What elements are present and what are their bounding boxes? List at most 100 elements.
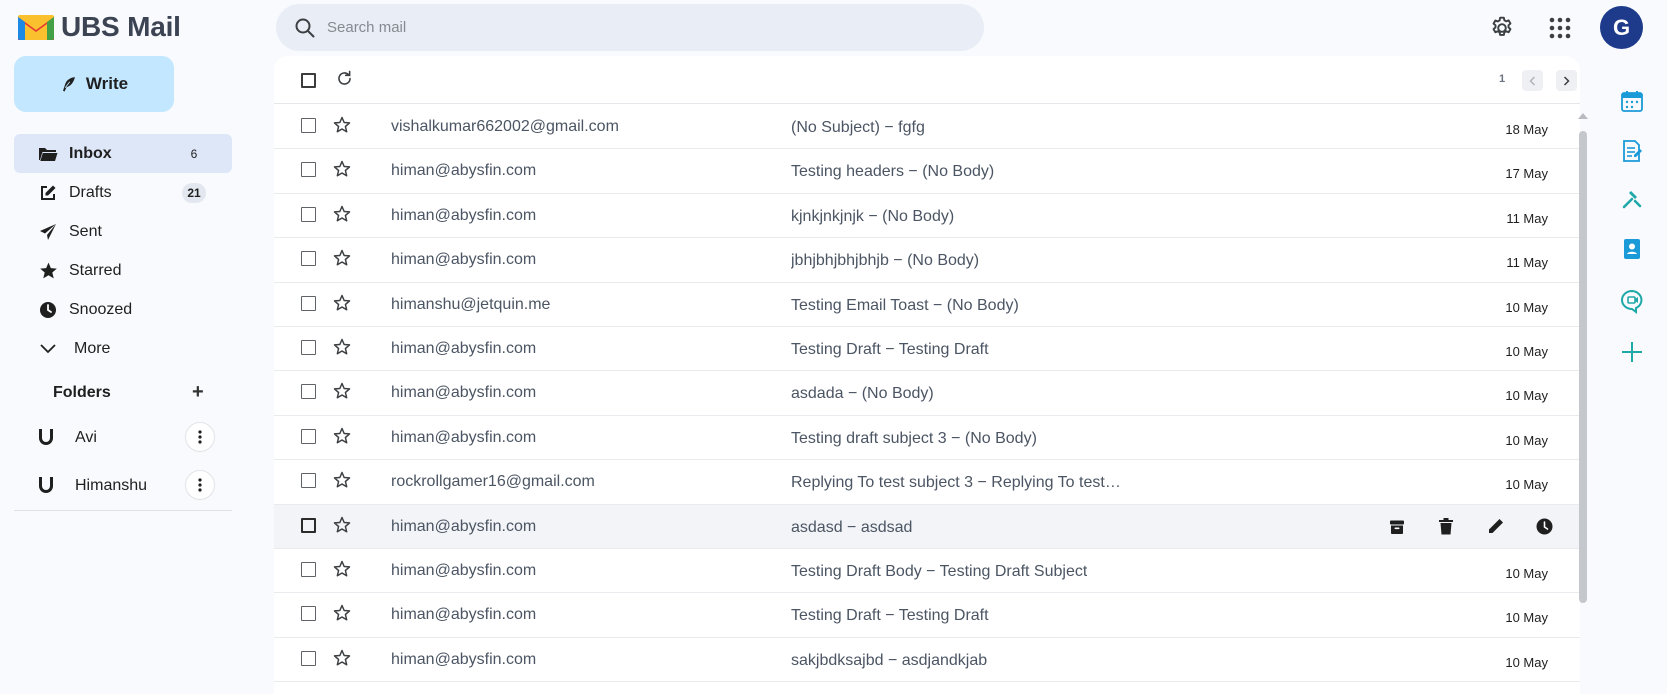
email-row[interactable]: rockrollgamer16@gmail.com Replying To tes… xyxy=(274,460,1580,505)
email-row[interactable]: himan@abysfin.com kjnkjnkjnjk − (No Body)… xyxy=(274,194,1580,239)
apps-grid-icon xyxy=(1549,17,1571,39)
row-checkbox[interactable] xyxy=(301,295,316,311)
star-icon[interactable] xyxy=(332,515,352,540)
refresh-button[interactable] xyxy=(335,69,354,93)
star-icon[interactable] xyxy=(332,559,352,584)
star-icon[interactable] xyxy=(332,204,352,229)
search-bar[interactable] xyxy=(276,4,984,51)
search-icon[interactable] xyxy=(293,16,317,40)
row-checkbox[interactable] xyxy=(301,561,316,577)
scroll-thumb[interactable] xyxy=(1579,131,1587,603)
sidebar-divider xyxy=(14,510,232,511)
contacts-icon xyxy=(1624,239,1640,259)
email-subject: (No Subject) − fgfg xyxy=(791,119,925,136)
star-icon[interactable] xyxy=(332,293,352,318)
notes-app-button[interactable] xyxy=(1618,137,1646,165)
row-checkbox[interactable] xyxy=(301,428,316,444)
email-row[interactable]: himan@abysfin.com sakjbdksajbd − asdjandk… xyxy=(274,638,1580,683)
row-checkbox[interactable] xyxy=(301,606,316,622)
star-icon[interactable] xyxy=(332,603,352,628)
chat-app-button[interactable] xyxy=(1618,287,1646,315)
row-checkbox[interactable] xyxy=(301,339,316,355)
page-number: 1 xyxy=(1499,73,1506,85)
sidebar-item-label: More xyxy=(74,339,111,357)
sidebar-item-label: Sent xyxy=(69,222,102,240)
email-date: 18 May xyxy=(1505,122,1548,137)
row-checkbox[interactable] xyxy=(301,118,316,133)
add-folder-button[interactable]: + xyxy=(192,382,204,402)
contacts-app-button[interactable] xyxy=(1618,235,1646,263)
pencil-icon[interactable] xyxy=(1483,515,1507,539)
scrollbar[interactable] xyxy=(1576,111,1590,694)
email-row[interactable]: himan@abysfin.com asdada − (No Body) 10 Ma… xyxy=(274,371,1580,416)
row-checkbox[interactable] xyxy=(301,517,316,533)
app-logo[interactable]: UBS Mail xyxy=(17,10,181,44)
write-label: Write xyxy=(85,74,129,93)
row-checkbox[interactable] xyxy=(301,162,316,178)
trash-icon[interactable] xyxy=(1434,515,1458,539)
folder-menu-button[interactable] xyxy=(185,470,215,500)
email-sender: himan@abysfin.com xyxy=(391,384,537,402)
tasks-icon xyxy=(1622,191,1642,209)
email-sender: himan@abysfin.com xyxy=(391,251,537,269)
email-row[interactable]: himan@abysfin.com Testing headers − (No B… xyxy=(274,149,1580,194)
row-checkbox[interactable] xyxy=(301,206,316,222)
folder-item-himanshu[interactable]: Himanshu xyxy=(14,466,232,506)
sidebar-item-more[interactable]: More xyxy=(14,329,232,368)
search-input[interactable] xyxy=(327,19,927,36)
row-checkbox[interactable] xyxy=(301,251,316,267)
star-icon[interactable] xyxy=(332,470,352,495)
star-icon[interactable] xyxy=(332,159,352,184)
email-date: 10 May xyxy=(1505,343,1548,359)
email-row[interactable]: himan@abysfin.com asdasd − asdsad xyxy=(274,504,1580,549)
row-checkbox[interactable] xyxy=(301,473,316,489)
star-icon[interactable] xyxy=(332,115,352,140)
sidebar-item-snoozed[interactable]: Snoozed xyxy=(14,290,232,329)
calendar-app-button[interactable] xyxy=(1618,87,1646,115)
star-icon[interactable] xyxy=(332,248,352,273)
sidebar-item-starred[interactable]: Starred xyxy=(14,251,232,290)
avatar[interactable]: G xyxy=(1600,6,1643,49)
star-icon[interactable] xyxy=(332,648,352,673)
next-page-button[interactable] xyxy=(1556,70,1577,91)
inbox-count: 6 xyxy=(190,146,198,161)
star-icon[interactable] xyxy=(332,426,352,451)
select-all-checkbox[interactable] xyxy=(301,73,316,88)
settings-button[interactable] xyxy=(1484,10,1520,46)
row-checkbox[interactable] xyxy=(301,650,316,666)
star-icon xyxy=(38,261,58,281)
email-row[interactable]: himan@abysfin.com jbhjbhjbhjbhjb − (No Bo… xyxy=(274,238,1580,283)
email-row[interactable]: himan@abysfin.com Testing Draft − Testing… xyxy=(274,327,1580,372)
tasks-app-button[interactable] xyxy=(1618,185,1646,213)
row-checkbox[interactable] xyxy=(301,384,316,400)
gear-icon xyxy=(1492,16,1512,36)
email-row[interactable]: himan@abysfin.com Testing draft subject 3… xyxy=(274,416,1580,461)
calendar-icon xyxy=(1621,91,1643,112)
write-button[interactable]: Write xyxy=(14,56,174,112)
email-row[interactable]: himan@abysfin.com Testing Draft − Testing… xyxy=(274,593,1580,638)
sidebar-item-drafts[interactable]: Drafts 21 xyxy=(14,173,232,212)
email-sender: himan@abysfin.com xyxy=(391,606,537,624)
archive-icon[interactable] xyxy=(1385,515,1409,539)
snooze-clock-icon[interactable] xyxy=(1532,515,1556,539)
email-sender: himan@abysfin.com xyxy=(391,428,537,446)
email-date: 10 May xyxy=(1505,388,1548,404)
email-row[interactable]: himanshu@jetquin.me Testing Email Toast −… xyxy=(274,283,1580,327)
email-subject: asdasd − asdsad xyxy=(791,518,913,536)
email-row[interactable]: vishalkumar662002@gmail.com (No Subject) … xyxy=(274,105,1580,150)
row-actions xyxy=(1385,515,1580,539)
star-icon[interactable] xyxy=(332,381,352,406)
add-app-button[interactable] xyxy=(1618,338,1646,366)
scroll-up-arrow[interactable] xyxy=(1578,113,1588,119)
folder-item-avi[interactable]: Avi xyxy=(14,418,232,458)
sidebar-item-inbox[interactable]: Inbox 6 xyxy=(14,134,232,173)
email-sender: himan@abysfin.com xyxy=(391,517,537,535)
email-row[interactable]: himan@abysfin.com Testing Draft Body − Te… xyxy=(274,549,1580,594)
apps-grid-button[interactable] xyxy=(1542,10,1578,46)
folder-menu-button[interactable] xyxy=(185,422,215,452)
email-date: 10 May xyxy=(1505,610,1548,626)
prev-page-button[interactable] xyxy=(1522,70,1543,91)
sidebar-item-sent[interactable]: Sent xyxy=(14,212,232,251)
star-icon[interactable] xyxy=(332,337,352,362)
email-subject: Testing Draft − Testing Draft xyxy=(791,607,989,625)
